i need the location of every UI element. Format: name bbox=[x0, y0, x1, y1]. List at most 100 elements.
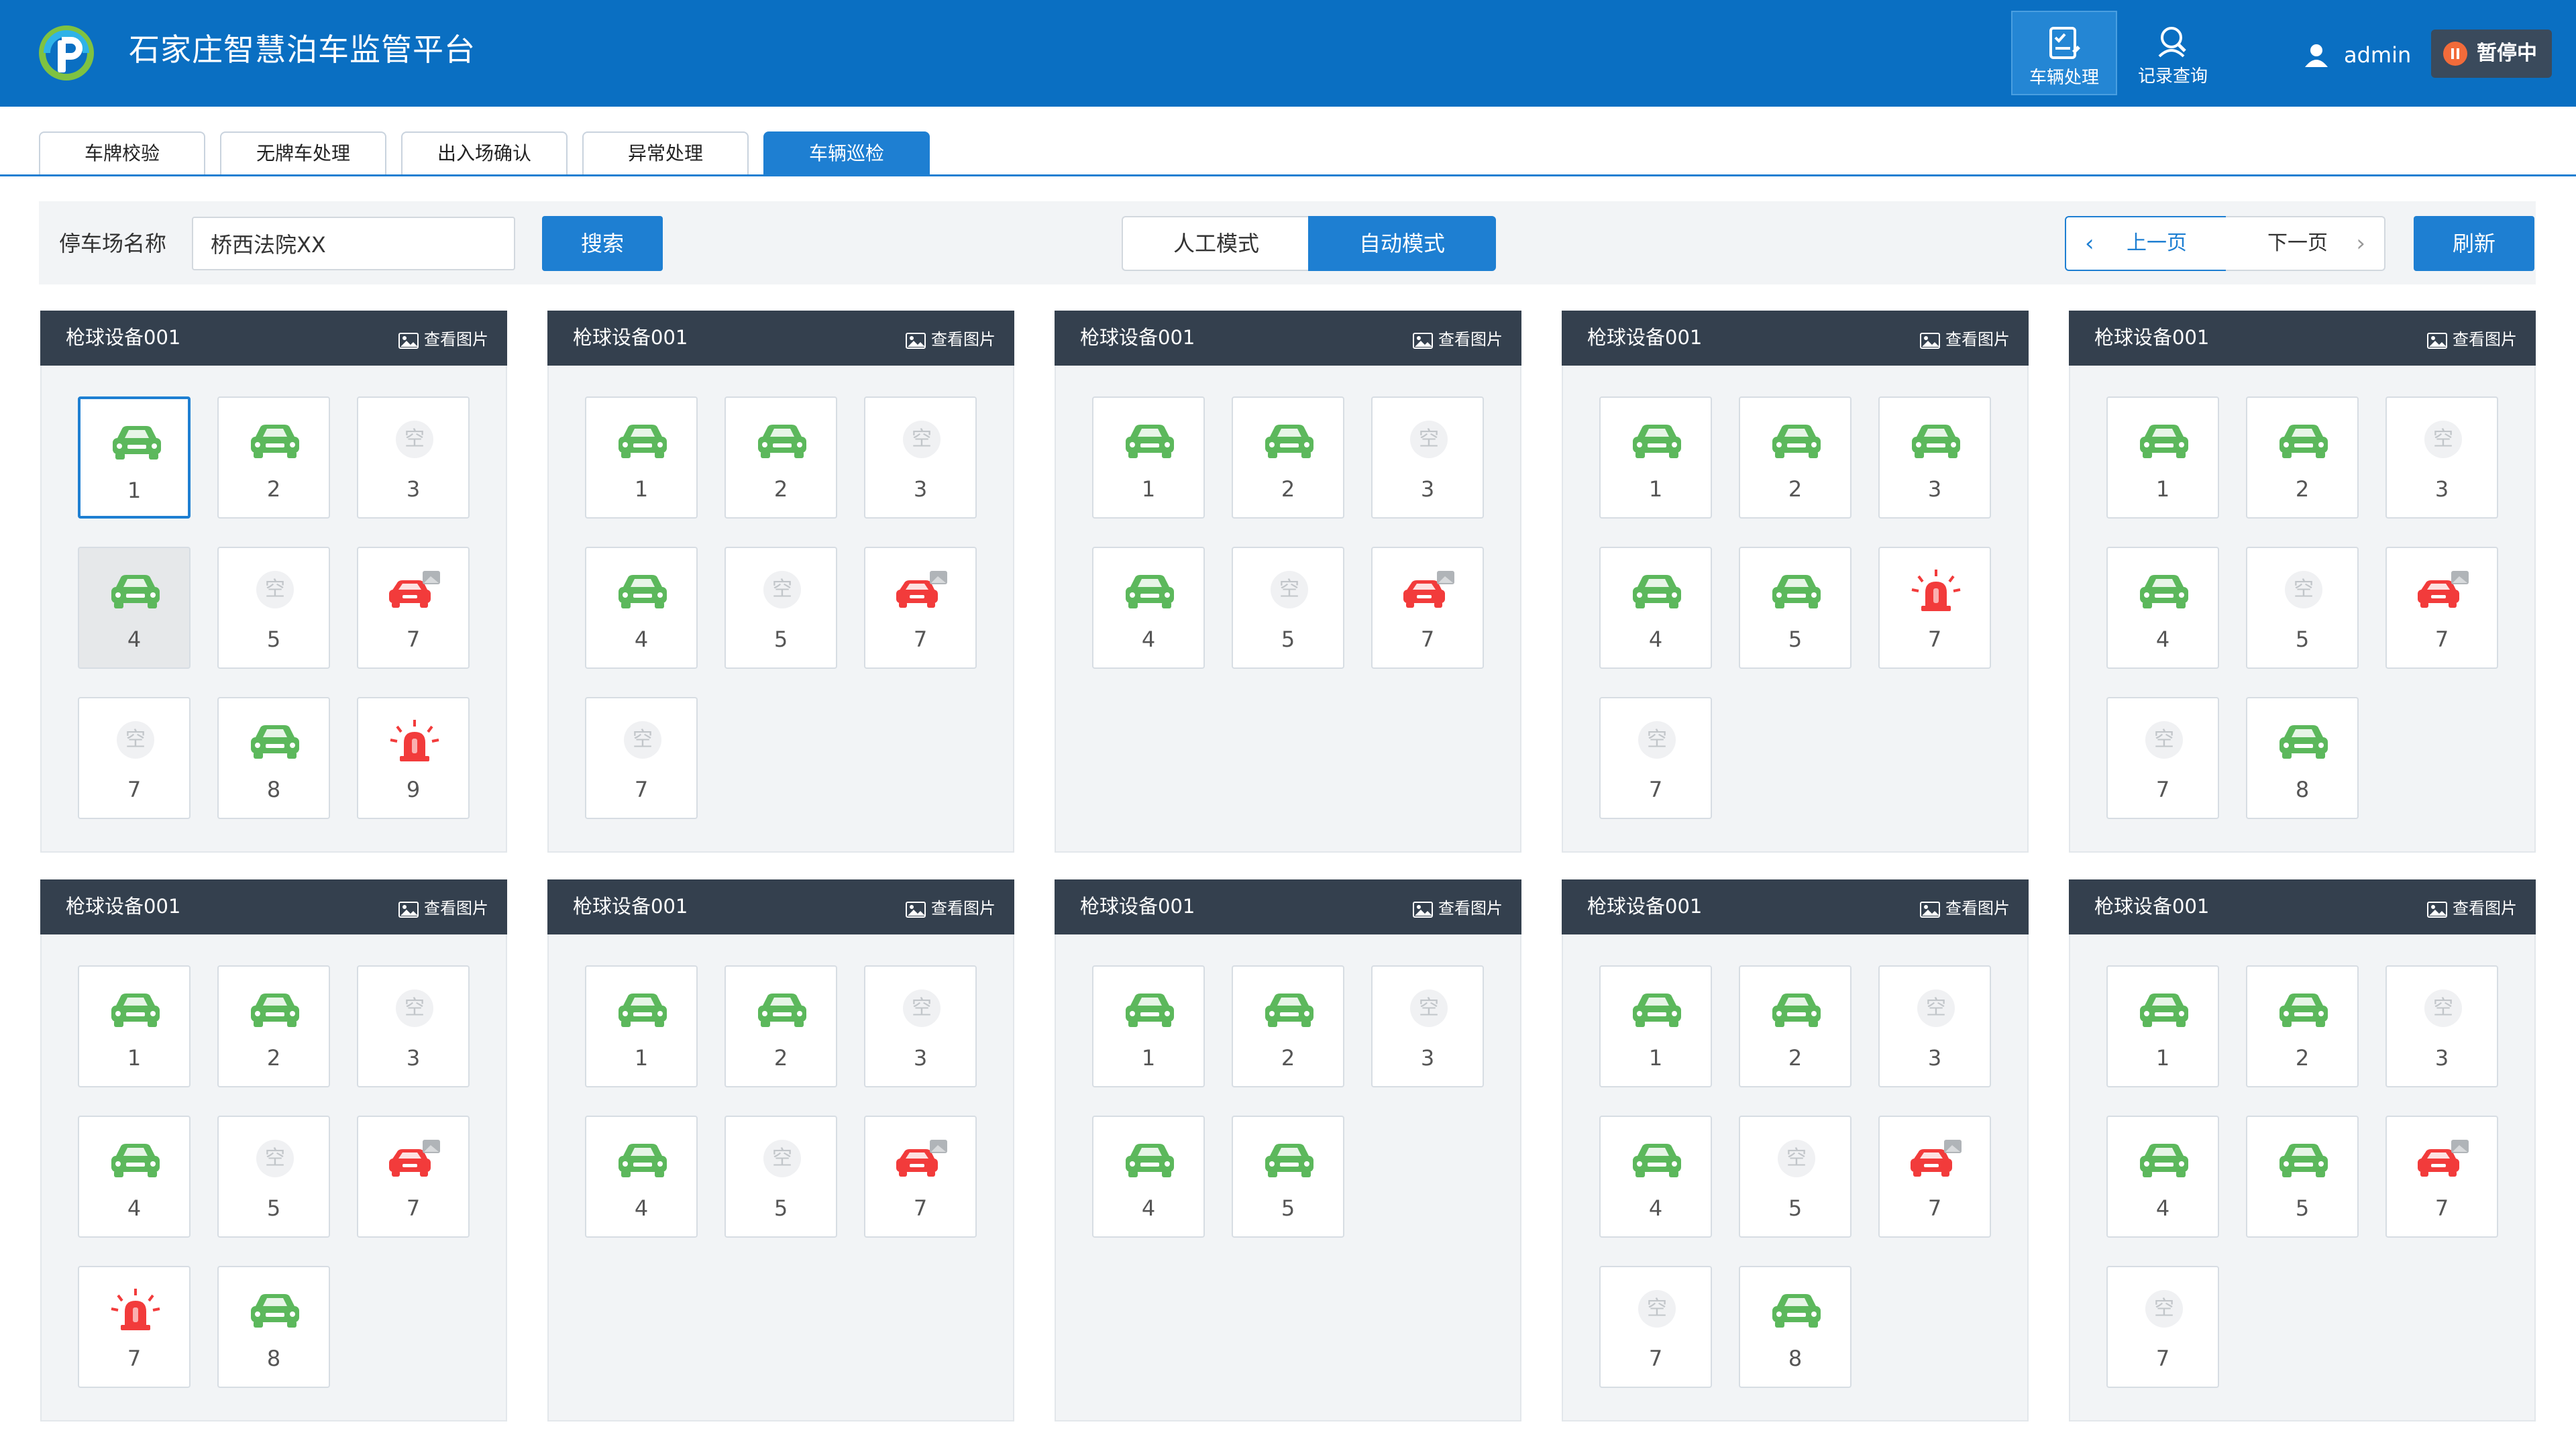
parking-slot[interactable]: 5 bbox=[1232, 1116, 1344, 1238]
parking-slot[interactable]: 空7 bbox=[585, 697, 698, 819]
tab-plate-verify[interactable]: 车牌校验 bbox=[39, 131, 205, 176]
view-image-button[interactable]: 查看图片 bbox=[906, 894, 996, 921]
parking-slot[interactable]: 空5 bbox=[217, 1116, 330, 1238]
parking-slot[interactable]: 2 bbox=[217, 396, 330, 519]
parking-slot[interactable]: 7 bbox=[864, 1116, 977, 1238]
parking-slot[interactable]: 1 bbox=[1092, 396, 1205, 519]
parking-slot[interactable]: 8 bbox=[1739, 1266, 1851, 1388]
parking-slot[interactable]: 4 bbox=[1092, 547, 1205, 669]
parking-slot[interactable]: 7 bbox=[2385, 547, 2498, 669]
view-image-button[interactable]: 查看图片 bbox=[2427, 325, 2517, 352]
view-image-button[interactable]: 查看图片 bbox=[398, 325, 488, 352]
parking-slot[interactable]: 2 bbox=[2246, 396, 2359, 519]
tab-entry-exit-confirm[interactable]: 出入场确认 bbox=[401, 131, 568, 176]
car-icon bbox=[247, 718, 303, 765]
parking-slot[interactable]: 空7 bbox=[2106, 697, 2219, 819]
parking-slot[interactable]: 8 bbox=[2246, 697, 2359, 819]
search-button[interactable]: 搜索 bbox=[542, 216, 663, 271]
parking-slot[interactable]: 4 bbox=[2106, 1116, 2219, 1238]
parking-lot-input[interactable] bbox=[192, 217, 515, 270]
parking-slot[interactable]: 4 bbox=[78, 1116, 191, 1238]
parking-slot[interactable]: 2 bbox=[2246, 965, 2359, 1087]
parking-slot[interactable]: 8 bbox=[217, 1266, 330, 1388]
parking-slot[interactable]: 1 bbox=[2106, 396, 2219, 519]
tab-exception-handling[interactable]: 异常处理 bbox=[582, 131, 749, 176]
parking-slot[interactable]: 2 bbox=[1739, 965, 1851, 1087]
slot-number: 7 bbox=[2155, 777, 2170, 802]
parking-slot[interactable]: 7 bbox=[1371, 547, 1484, 669]
parking-slot[interactable]: 7 bbox=[357, 547, 470, 669]
parking-slot[interactable]: 空3 bbox=[1371, 396, 1484, 519]
user-name[interactable]: admin bbox=[2344, 40, 2411, 70]
parking-slot[interactable]: 3 bbox=[1878, 396, 1991, 519]
view-image-button[interactable]: 查看图片 bbox=[1920, 894, 2010, 921]
parking-slot[interactable]: 1 bbox=[78, 396, 191, 519]
tab-unlicensed-vehicle[interactable]: 无牌车处理 bbox=[220, 131, 386, 176]
parking-slot[interactable]: 2 bbox=[724, 396, 837, 519]
nav-record-query[interactable]: 记录查询 bbox=[2120, 11, 2226, 95]
view-image-button[interactable]: 查看图片 bbox=[1920, 325, 2010, 352]
parking-slot[interactable]: 7 bbox=[864, 547, 977, 669]
parking-slot[interactable]: 空3 bbox=[2385, 396, 2498, 519]
parking-slot[interactable]: 2 bbox=[217, 965, 330, 1087]
parking-slot[interactable]: 空3 bbox=[864, 396, 977, 519]
parking-slot[interactable]: 7 bbox=[1878, 1116, 1991, 1238]
parking-slot[interactable]: 4 bbox=[585, 547, 698, 669]
manual-mode-button[interactable]: 人工模式 bbox=[1122, 216, 1309, 271]
parking-slot[interactable]: 空5 bbox=[2246, 547, 2359, 669]
parking-slot[interactable]: 4 bbox=[1092, 1116, 1205, 1238]
parking-slot[interactable]: 4 bbox=[78, 547, 191, 669]
parking-slot[interactable]: 空5 bbox=[1739, 1116, 1851, 1238]
parking-slot[interactable]: 空7 bbox=[1599, 1266, 1712, 1388]
parking-slot[interactable]: 空5 bbox=[1232, 547, 1344, 669]
parking-slot[interactable]: 7 bbox=[78, 1266, 191, 1388]
prev-page-button[interactable]: ‹ 上一页 bbox=[2065, 216, 2227, 271]
parking-slot[interactable]: 9 bbox=[357, 697, 470, 819]
pause-status-button[interactable]: 暂停中 bbox=[2431, 30, 2552, 78]
parking-slot[interactable]: 空3 bbox=[2385, 965, 2498, 1087]
parking-slot[interactable]: 7 bbox=[357, 1116, 470, 1238]
parking-slot[interactable]: 空3 bbox=[1878, 965, 1991, 1087]
refresh-button[interactable]: 刷新 bbox=[2414, 216, 2534, 271]
parking-slot[interactable]: 4 bbox=[1599, 1116, 1712, 1238]
tab-vehicle-patrol[interactable]: 车辆巡检 bbox=[763, 131, 930, 176]
parking-slot[interactable]: 5 bbox=[2246, 1116, 2359, 1238]
view-image-button[interactable]: 查看图片 bbox=[2427, 894, 2517, 921]
parking-slot[interactable]: 4 bbox=[1599, 547, 1712, 669]
parking-slot[interactable]: 空3 bbox=[357, 396, 470, 519]
parking-slot[interactable]: 4 bbox=[585, 1116, 698, 1238]
parking-slot[interactable]: 7 bbox=[2385, 1116, 2498, 1238]
parking-slot[interactable]: 1 bbox=[585, 396, 698, 519]
parking-slot[interactable]: 空3 bbox=[864, 965, 977, 1087]
parking-slot[interactable]: 1 bbox=[1092, 965, 1205, 1087]
slot-number: 1 bbox=[2155, 1045, 2170, 1071]
parking-slot[interactable]: 2 bbox=[1232, 965, 1344, 1087]
parking-slot[interactable]: 空7 bbox=[1599, 697, 1712, 819]
parking-slot[interactable]: 5 bbox=[1739, 547, 1851, 669]
parking-slot[interactable]: 7 bbox=[1878, 547, 1991, 669]
parking-slot[interactable]: 4 bbox=[2106, 547, 2219, 669]
parking-slot[interactable]: 空7 bbox=[78, 697, 191, 819]
view-image-button[interactable]: 查看图片 bbox=[1413, 325, 1503, 352]
parking-slot[interactable]: 空5 bbox=[217, 547, 330, 669]
parking-slot[interactable]: 1 bbox=[2106, 965, 2219, 1087]
parking-slot[interactable]: 空5 bbox=[724, 547, 837, 669]
parking-slot[interactable]: 空3 bbox=[1371, 965, 1484, 1087]
parking-slot[interactable]: 2 bbox=[1739, 396, 1851, 519]
parking-slot[interactable]: 空5 bbox=[724, 1116, 837, 1238]
next-page-button[interactable]: 下一页 › bbox=[2226, 216, 2385, 271]
parking-slot[interactable]: 1 bbox=[585, 965, 698, 1087]
parking-slot[interactable]: 1 bbox=[78, 965, 191, 1087]
parking-slot[interactable]: 1 bbox=[1599, 965, 1712, 1087]
parking-slot[interactable]: 1 bbox=[1599, 396, 1712, 519]
view-image-button[interactable]: 查看图片 bbox=[398, 894, 488, 921]
view-image-button[interactable]: 查看图片 bbox=[906, 325, 996, 352]
parking-slot[interactable]: 8 bbox=[217, 697, 330, 819]
parking-slot[interactable]: 2 bbox=[1232, 396, 1344, 519]
parking-slot[interactable]: 2 bbox=[724, 965, 837, 1087]
parking-slot[interactable]: 空7 bbox=[2106, 1266, 2219, 1388]
view-image-button[interactable]: 查看图片 bbox=[1413, 894, 1503, 921]
auto-mode-button[interactable]: 自动模式 bbox=[1308, 216, 1496, 271]
nav-vehicle-processing[interactable]: 车辆处理 bbox=[2011, 11, 2117, 95]
parking-slot[interactable]: 空3 bbox=[357, 965, 470, 1087]
